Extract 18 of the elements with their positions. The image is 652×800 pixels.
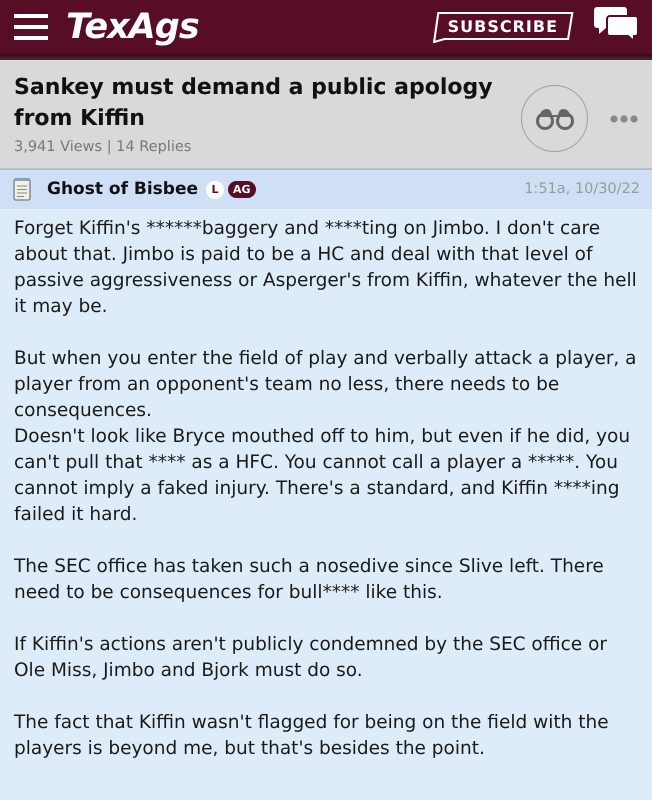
post-paragraph: If Kiffin's actions aren't publicly condemned by the SEC office or Ole Miss, Jimbo and Bjork must do so. <box>14 633 608 683</box>
post-paragraph: Forget Kiffin's ******baggery and ****ting on Jimbo. I don't care about that. Jimbo is paid to be a HC and deal with that level of passive aggressiveness or Asperger's from Kiffin, whatever the hell it may be. <box>14 217 638 319</box>
site-logo[interactable]: TexAgs <box>66 7 199 47</box>
chat-icon[interactable] <box>594 7 638 41</box>
author-link[interactable]: Ghost of Bisbee <box>47 176 198 202</box>
binoculars-icon <box>536 108 574 130</box>
user-badge: L <box>206 180 224 198</box>
binoculars-button[interactable] <box>521 85 588 152</box>
user-badge: AG <box>228 181 256 198</box>
post-paragraph: The fact that Kiffin wasn't flagged for being on the field with the players is beyond me, but that's besides the point. <box>14 711 610 761</box>
menu-icon[interactable] <box>14 14 48 40</box>
thread-stats: 3,941 Views | 14 Replies <box>14 138 192 157</box>
post-time: 1:51a, 10/30/22 <box>524 180 640 199</box>
notepad-icon <box>13 176 31 200</box>
subscribe-button[interactable]: SUBSCRIBE <box>432 11 574 43</box>
post-paragraph: The SEC office has taken such a nosedive since Slive left. There need to be consequences for bull**** like this. <box>14 555 605 605</box>
post-paragraph: But when you enter the field of play and verbally attack a player, a player from an opponent's team no less, there needs to be consequences. Doesn't look like Bryce mouthed off to him, but even if he did, you can't pull that **** as a HFC. You cannot call a player a *****. You cannot imply a faked injury. There's a standard, and Kiffin ****ing failed it hard. <box>14 347 638 527</box>
thread-title: Sankey must demand a public apology from Kiffin <box>14 74 494 133</box>
